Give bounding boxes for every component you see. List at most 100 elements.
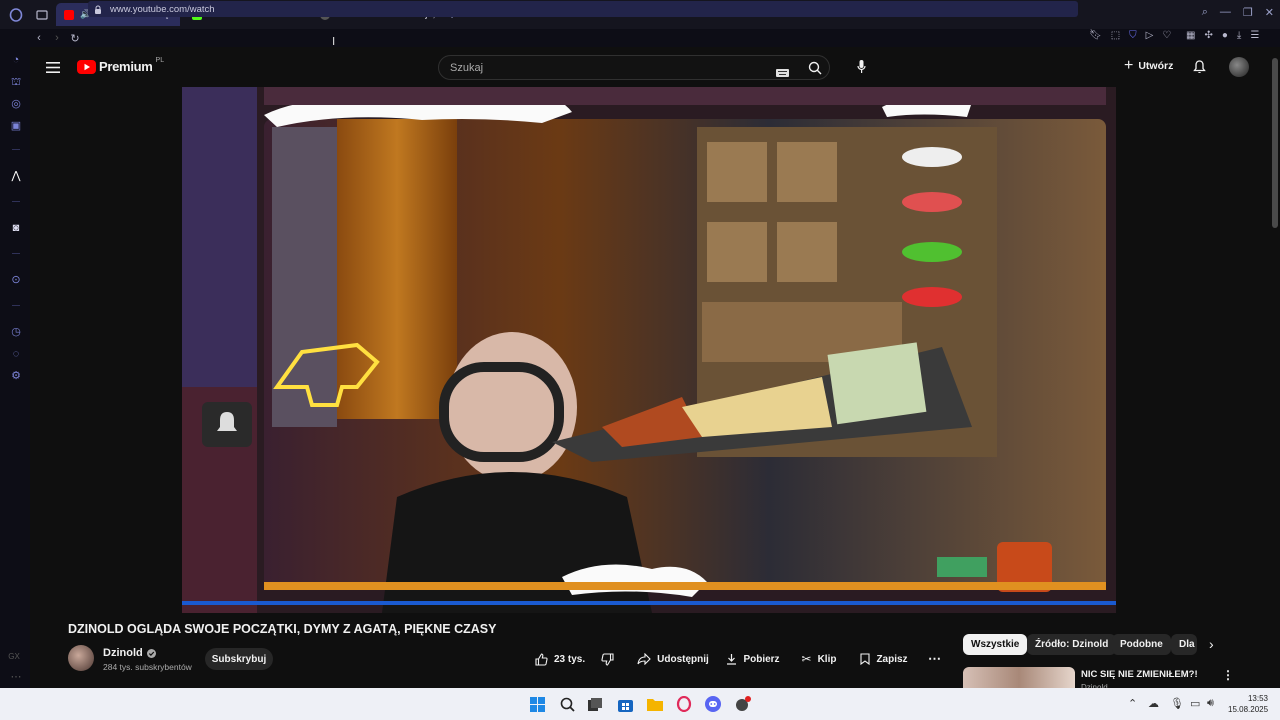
tab-manager-icon[interactable]: [32, 5, 52, 25]
back-icon[interactable]: ‹: [30, 32, 48, 44]
subscribe-button[interactable]: Subskrybuj: [205, 648, 273, 670]
chip-all[interactable]: Wszystkie: [963, 634, 1028, 655]
sidebar-divider: [12, 201, 20, 202]
chat-icon[interactable]: ◌: [9, 347, 23, 361]
forward-icon[interactable]: ›: [48, 32, 66, 44]
snapshot-icon[interactable]: ⬚: [1111, 30, 1120, 41]
save-label: Zapisz: [876, 653, 908, 665]
hamburger-menu-icon[interactable]: [46, 60, 60, 78]
subscriber-count: 284 tys. subskrybentów: [103, 662, 192, 672]
address-bar-row: ‹ › ↻: [0, 29, 1280, 47]
minimize-icon[interactable]: —: [1220, 6, 1231, 19]
gx-control-icon[interactable]: ◔: [9, 53, 23, 67]
share-button[interactable]: Udostępnij: [637, 648, 709, 670]
dislike-button[interactable]: [601, 653, 614, 671]
volume-icon[interactable]: 🔊︎: [1207, 697, 1214, 710]
text-cursor-icon: I: [332, 35, 336, 48]
chip-for-you[interactable]: Dla: [1171, 634, 1197, 655]
play-icon[interactable]: ▷: [1146, 30, 1154, 41]
youtube-header: Premium PL Szukaj + Utwórz: [30, 47, 1270, 87]
kick-sidebar-icon[interactable]: ⋀: [9, 169, 23, 183]
bookmark-icon[interactable]: 🔖︎: [1089, 30, 1102, 41]
download-icon: [727, 654, 737, 665]
sidebar-divider: [12, 149, 20, 150]
download-button[interactable]: Pobierz: [724, 648, 782, 670]
more-actions-button[interactable]: ⋯: [928, 651, 941, 667]
history-icon[interactable]: ◷: [9, 325, 23, 339]
chip-source-dzinold[interactable]: Źródło: Dzinold: [1027, 634, 1117, 655]
downloads-icon[interactable]: ⤓: [1237, 30, 1241, 41]
url-field[interactable]: www.youtube.com/watch: [88, 1, 1078, 17]
opera-gx-taskbar-icon[interactable]: [676, 696, 692, 712]
search-input[interactable]: Szukaj: [438, 55, 830, 80]
thumbs-down-icon: [601, 653, 614, 666]
account-avatar[interactable]: [1229, 57, 1249, 77]
gx-corner-icon[interactable]: ⛫: [9, 75, 23, 89]
thumbs-up-icon: [535, 652, 548, 666]
extension-icon[interactable]: ▦: [1186, 30, 1195, 41]
sidebar-more-icon[interactable]: ⋯: [9, 670, 23, 684]
reload-icon[interactable]: ↻: [66, 32, 84, 45]
windows-start-icon[interactable]: [529, 696, 545, 712]
opera-logo-icon[interactable]: [6, 5, 26, 25]
settings-icon[interactable]: ⚙: [9, 369, 23, 383]
sidebar-gx-label: GX: [8, 652, 20, 661]
plus-icon: +: [1124, 57, 1134, 74]
create-button[interactable]: + Utwórz: [1124, 57, 1173, 74]
bookmark-save-icon: [860, 653, 870, 665]
recommendation-title[interactable]: NIC SIĘ NIE ZMIENIŁEM?!: [1081, 669, 1198, 680]
discord-icon[interactable]: ◙: [9, 221, 23, 235]
task-view-icon[interactable]: [587, 696, 603, 712]
like-count: 23 tys.: [554, 653, 586, 665]
video-player[interactable]: [182, 87, 1116, 613]
discord-taskbar-icon[interactable]: [705, 696, 721, 712]
search-button[interactable]: [800, 56, 830, 79]
onedrive-icon[interactable]: ☁: [1148, 697, 1159, 710]
sidebar-divider: [12, 253, 20, 254]
logo-text: Premium: [99, 59, 153, 74]
restore-icon[interactable]: ❐: [1243, 6, 1253, 19]
app-taskbar-icon[interactable]: [735, 696, 751, 712]
voice-search-icon[interactable]: [857, 60, 866, 79]
gx-music-icon[interactable]: ▣: [9, 119, 23, 133]
youtube-premium-logo[interactable]: Premium PL: [77, 57, 165, 74]
youtube-favicon-icon: [64, 9, 74, 20]
microphone-tray-icon[interactable]: 🎙︎: [1170, 697, 1184, 710]
recommendation-menu-icon[interactable]: ⋮: [1222, 668, 1234, 682]
clock[interactable]: 13:53 15.08.2025: [1228, 693, 1268, 715]
notifications-bell-icon[interactable]: [1193, 60, 1206, 79]
channel-avatar[interactable]: [68, 645, 94, 671]
heart-icon[interactable]: ♡: [1162, 30, 1171, 41]
recommendation-thumbnail[interactable]: [963, 667, 1075, 688]
profile-icon[interactable]: ●: [1222, 30, 1228, 41]
close-icon[interactable]: ✕: [1265, 6, 1274, 19]
keyboard-icon[interactable]: [776, 64, 789, 82]
search-icon: [808, 61, 822, 74]
channel-name[interactable]: Dzinold: [103, 647, 143, 659]
clip-label: Klip: [817, 653, 837, 665]
chips-next-chevron-icon[interactable]: ›: [1209, 636, 1214, 652]
network-icon[interactable]: ▭: [1190, 697, 1200, 710]
tray-overflow-icon[interactable]: ⌃: [1128, 697, 1137, 710]
windows-taskbar: [0, 688, 1280, 720]
clip-button[interactable]: ✂ Klip: [798, 648, 840, 670]
taskbar-search-icon[interactable]: [559, 696, 575, 712]
menu-icon[interactable]: ☰: [1250, 30, 1259, 41]
toolbar-extensions: ▦ ✣ ● ⤓ ☰: [1186, 30, 1259, 41]
file-explorer-icon[interactable]: [647, 696, 663, 712]
share-label: Udostępnij: [657, 653, 709, 665]
save-button[interactable]: Zapisz: [857, 648, 911, 670]
chip-similar[interactable]: Podobne: [1112, 634, 1171, 655]
puzzle-icon[interactable]: ✣: [1204, 30, 1212, 41]
clock-time: 13:53: [1247, 694, 1268, 703]
player-icon[interactable]: ⊙: [9, 273, 23, 287]
vpn-icon[interactable]: ⛉: [1129, 30, 1137, 41]
video-frame-image: [182, 87, 1116, 613]
logo-region: PL: [155, 57, 165, 64]
gx-cleaner-icon[interactable]: ◎: [9, 97, 23, 111]
channel-name-row: Dzinold: [103, 647, 156, 659]
microsoft-store-icon[interactable]: [617, 696, 633, 712]
scrollbar-thumb[interactable]: [1272, 58, 1278, 228]
lock-icon: [95, 5, 101, 14]
search-tabs-icon[interactable]: ⌕: [1202, 6, 1208, 19]
